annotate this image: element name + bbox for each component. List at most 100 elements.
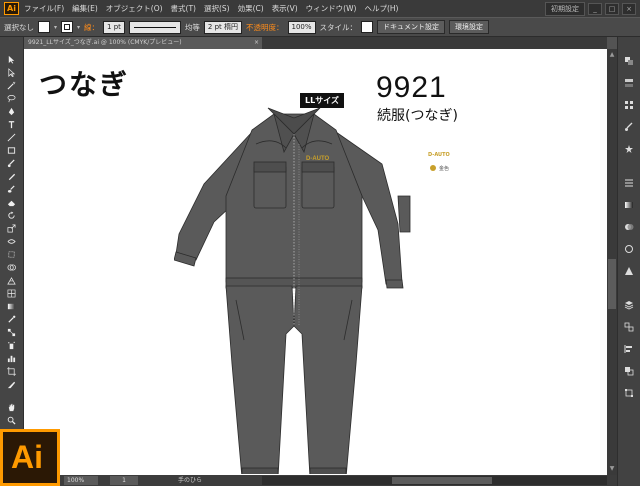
coverall-illustration[interactable]: D-AUTO	[174, 104, 414, 474]
preferences-button[interactable]: 環境設定	[449, 20, 490, 34]
artboards-panel-icon[interactable]	[623, 321, 635, 333]
stroke-label[interactable]: 線：	[84, 22, 99, 33]
selection-status: 選択なし	[4, 22, 34, 32]
minimize-button[interactable]: _	[588, 2, 602, 15]
hand-tool-icon[interactable]	[6, 402, 17, 413]
symbol-sprayer-tool-icon[interactable]	[6, 340, 17, 351]
maximize-button[interactable]: □	[605, 2, 619, 15]
lasso-tool-icon[interactable]	[6, 93, 17, 104]
menu-object[interactable]: オブジェクト(O)	[106, 3, 163, 14]
right-hem	[309, 467, 347, 474]
paintbrush-tool-icon[interactable]	[6, 158, 17, 169]
sleeve-pen-pocket	[397, 195, 411, 233]
stroke-panel-icon[interactable]	[623, 177, 635, 189]
line-tool-icon[interactable]	[6, 132, 17, 143]
gradient-tool-icon[interactable]	[6, 301, 17, 312]
artboard-tool-icon[interactable]	[6, 366, 17, 377]
vertical-scrollbar[interactable]: ▲ ▼	[607, 49, 617, 475]
fill-dropdown-icon[interactable]: ▾	[54, 24, 57, 31]
document-tab[interactable]: 9921_LLサイズ_つなぎ.ai @ 100% (CMYK/プレビュー)	[24, 37, 262, 49]
opacity-label[interactable]: 不透明度：	[246, 22, 284, 33]
direct-selection-tool-icon[interactable]	[6, 67, 17, 78]
rotate-tool-icon[interactable]	[6, 210, 17, 221]
close-tab-icon[interactable]: ×	[254, 39, 259, 46]
control-bar: 選択なし ▾ ▾ 線： 1 pt 均等 2 pt 楕円 不透明度： 100% ス…	[0, 17, 640, 37]
selection-tool-icon[interactable]	[6, 54, 17, 65]
brand-label: D-AUTO	[428, 152, 450, 158]
color-guide-panel-icon[interactable]	[623, 77, 635, 89]
menu-view[interactable]: 表示(V)	[272, 3, 298, 14]
menu-bar: Ai ファイル(F) 編集(E) オブジェクト(O) 書式(T) 選択(S) 効…	[0, 0, 640, 17]
rectangle-tool-icon[interactable]	[6, 145, 17, 156]
workspace-switcher[interactable]: 初期設定	[545, 1, 585, 16]
fill-swatch[interactable]	[38, 21, 50, 33]
width-tool-icon[interactable]	[6, 236, 17, 247]
opacity-field[interactable]: 100%	[287, 20, 316, 34]
slice-tool-icon[interactable]	[6, 379, 17, 390]
type-tool-icon[interactable]	[6, 119, 17, 130]
right-pocket-flap	[301, 161, 335, 173]
document-tab-bar: 9921_LLサイズ_つなぎ.ai @ 100% (CMYK/プレビュー) ×	[24, 37, 607, 49]
shape-builder-tool-icon[interactable]	[6, 262, 17, 273]
document-setup-button[interactable]: ドキュメント設定	[377, 20, 446, 34]
right-leg	[293, 285, 363, 474]
menu-help[interactable]: ヘルプ(H)	[364, 3, 398, 14]
stroke-dropdown-icon[interactable]: ▾	[77, 24, 80, 31]
left-pocket-flap	[253, 161, 287, 173]
eraser-tool-icon[interactable]	[6, 197, 17, 208]
eyedropper-tool-icon[interactable]	[6, 314, 17, 325]
scale-tool-icon[interactable]	[6, 223, 17, 234]
horizontal-scrollbar[interactable]	[262, 476, 607, 485]
graphic-styles-panel-icon[interactable]	[623, 265, 635, 277]
profile-label[interactable]: 均等	[185, 22, 200, 33]
menu-window[interactable]: ウィンドウ(W)	[306, 3, 357, 14]
transform-panel-icon[interactable]	[623, 387, 635, 399]
stroke-swatch[interactable]	[61, 21, 74, 33]
align-panel-icon[interactable]	[623, 343, 635, 355]
artboard-canvas[interactable]: つなぎ LLサイズ 9921 続服(つなぎ) D-AUTO 金色 D-AUTO	[24, 49, 607, 475]
style-label: スタイル：	[319, 22, 358, 32]
symbols-panel-icon[interactable]	[623, 143, 635, 155]
right-cuff	[385, 279, 404, 289]
appearance-panel-icon[interactable]	[623, 243, 635, 255]
swatches-panel-icon[interactable]	[623, 99, 635, 111]
stroke-weight-field[interactable]: 1 pt	[103, 20, 125, 34]
perspective-grid-tool-icon[interactable]	[6, 275, 17, 286]
color-swatch-dot	[430, 165, 436, 171]
gradient-panel-icon[interactable]	[623, 199, 635, 211]
menu-select[interactable]: 選択(S)	[204, 3, 230, 14]
blend-tool-icon[interactable]	[6, 327, 17, 338]
blob-brush-tool-icon[interactable]	[6, 184, 17, 195]
page-navigator[interactable]: 1	[110, 476, 138, 485]
current-tool-status: 手のひら	[178, 477, 203, 484]
left-leg	[225, 285, 295, 474]
menu-edit[interactable]: 編集(E)	[72, 3, 98, 14]
zoom-field[interactable]: 100%	[64, 476, 98, 485]
horizontal-scroll-thumb[interactable]	[392, 477, 492, 484]
magic-wand-tool-icon[interactable]	[6, 80, 17, 91]
mesh-tool-icon[interactable]	[6, 288, 17, 299]
menu-effect[interactable]: 効果(C)	[238, 3, 264, 14]
pathfinder-panel-icon[interactable]	[623, 365, 635, 377]
vertical-scroll-thumb[interactable]	[608, 259, 616, 309]
menu-file[interactable]: ファイル(F)	[24, 3, 64, 14]
free-transform-tool-icon[interactable]	[6, 249, 17, 260]
color-panel-icon[interactable]	[623, 55, 635, 67]
pen-tool-icon[interactable]	[6, 106, 17, 117]
brush-dropdown[interactable]: 2 pt 楕円	[203, 20, 242, 34]
brushes-panel-icon[interactable]	[623, 121, 635, 133]
zoom-tool-icon[interactable]	[6, 415, 17, 426]
color-label: 金色	[439, 166, 450, 172]
close-button[interactable]: ×	[622, 2, 636, 15]
scroll-down-icon[interactable]: ▼	[608, 465, 616, 473]
style-swatch[interactable]	[361, 21, 374, 33]
scroll-up-icon[interactable]: ▲	[608, 51, 616, 59]
chest-logo: D-AUTO	[306, 156, 330, 162]
layers-panel-icon[interactable]	[623, 299, 635, 311]
tools-panel	[0, 37, 24, 429]
stroke-line-dropdown[interactable]	[128, 20, 181, 34]
transparency-panel-icon[interactable]	[623, 221, 635, 233]
column-graph-tool-icon[interactable]	[6, 353, 17, 364]
menu-type[interactable]: 書式(T)	[171, 3, 196, 14]
pencil-tool-icon[interactable]	[6, 171, 17, 182]
